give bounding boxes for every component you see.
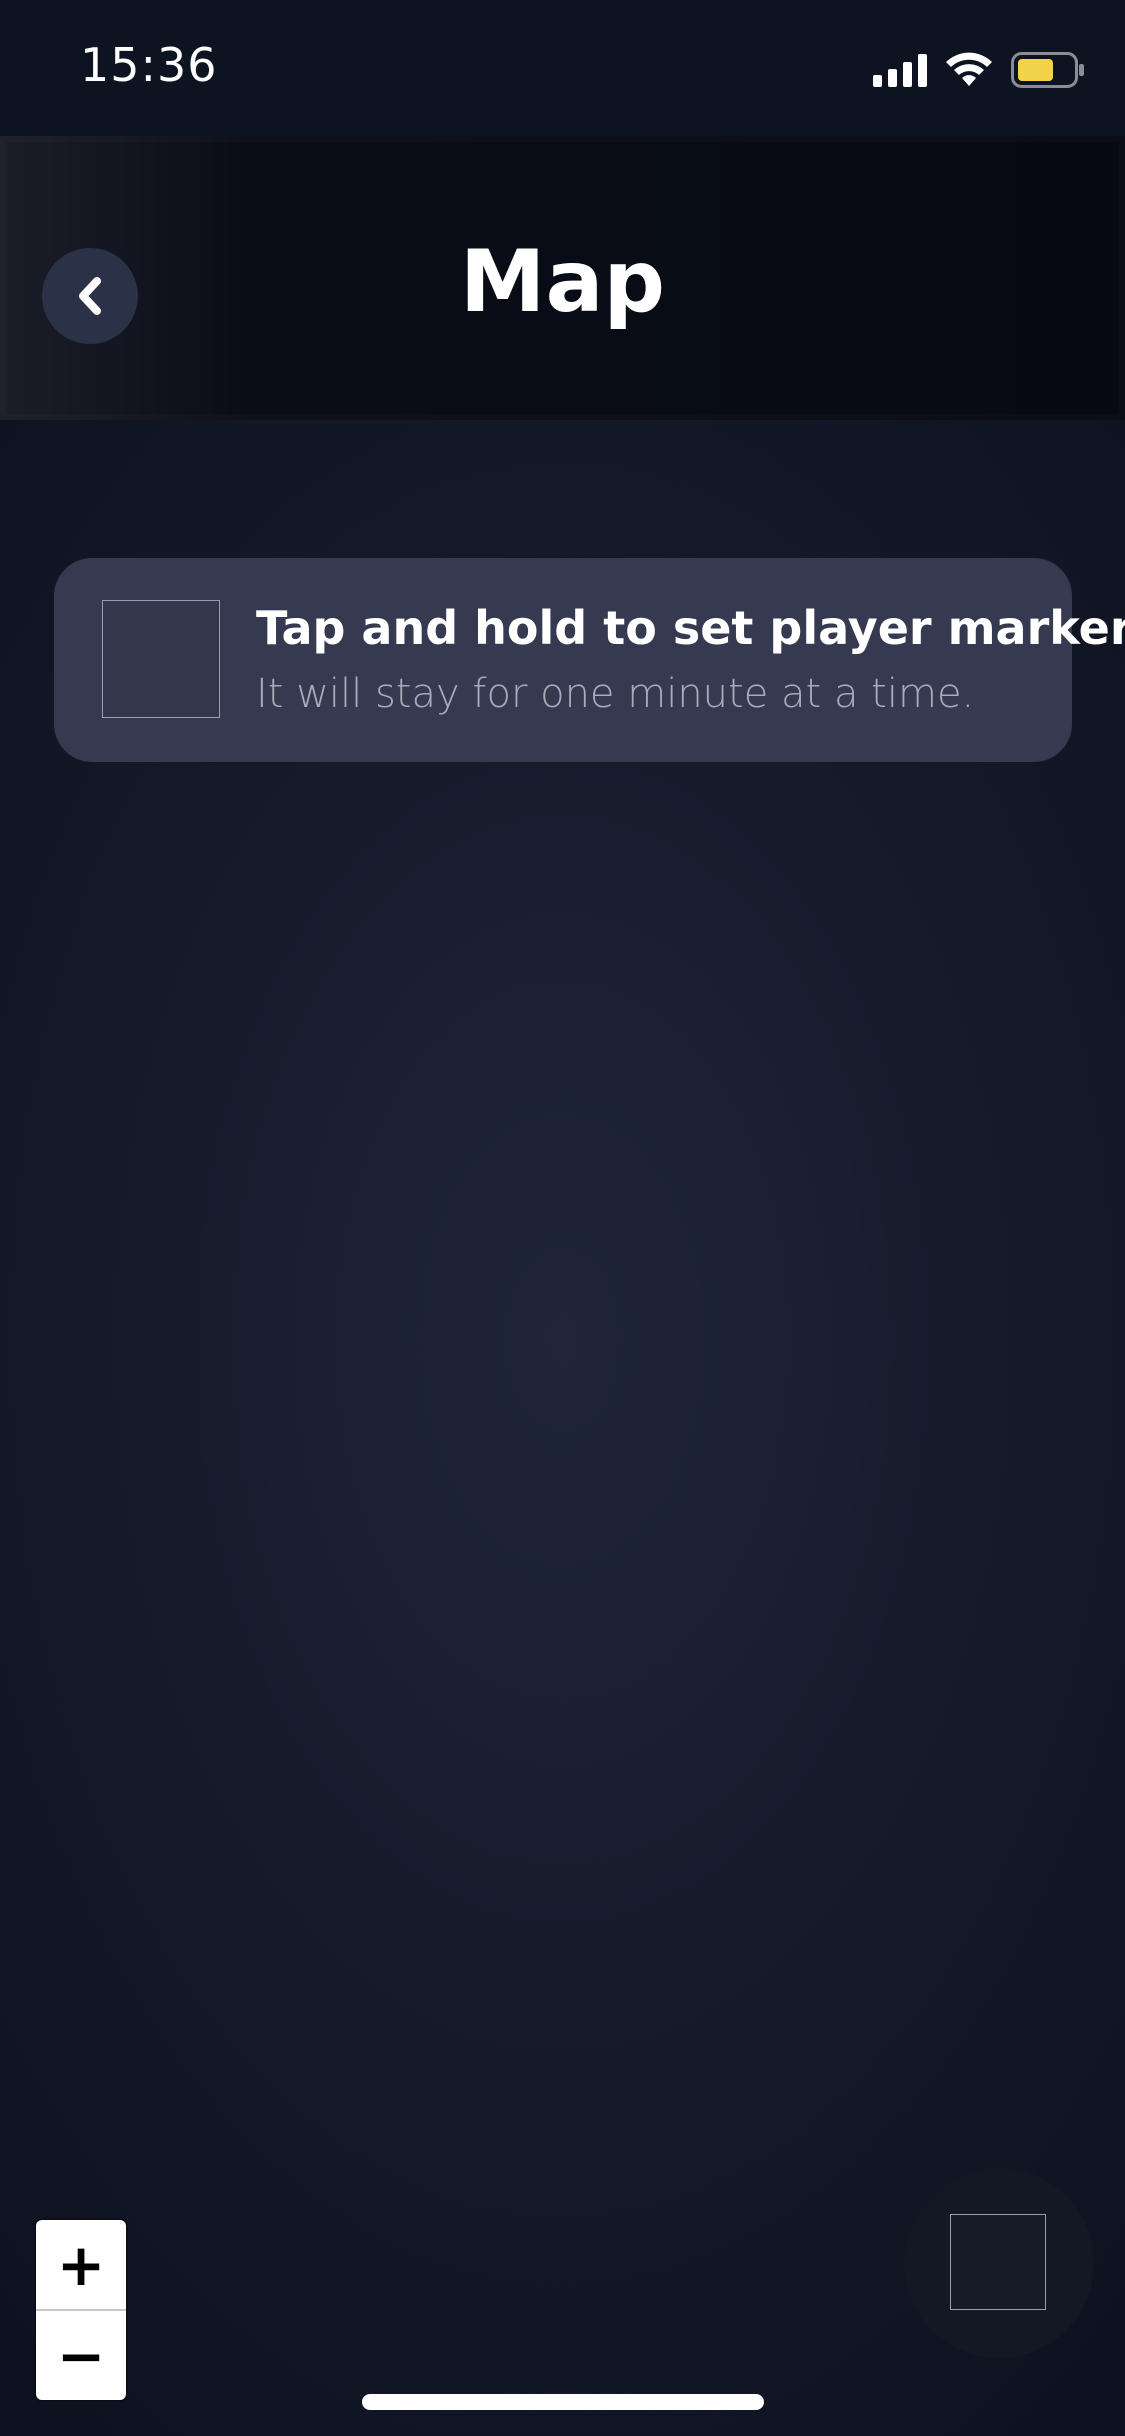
wifi-icon <box>946 52 992 86</box>
zoom-control: + − <box>36 2220 126 2400</box>
status-time: 15:36 <box>80 38 218 92</box>
zoom-in-button[interactable]: + <box>36 2220 126 2309</box>
home-indicator <box>362 2394 764 2410</box>
battery-icon <box>1011 52 1084 88</box>
signal-icon <box>873 54 927 87</box>
hint-card: Tap and hold to set player marker. It wi… <box>54 558 1125 762</box>
status-icons <box>873 50 1085 90</box>
hint-title: Tap and hold to set player marker. <box>256 601 1125 655</box>
page-title: Map <box>459 232 666 332</box>
status-bar: 15:36 <box>0 0 1125 136</box>
header: Map <box>0 136 1125 420</box>
hint-image <box>102 600 220 718</box>
zoom-out-button[interactable]: − <box>36 2311 126 2400</box>
locate-image <box>950 2214 1046 2310</box>
locate-button[interactable] <box>904 2168 1094 2358</box>
hint-subtitle: It will stay for one minute at a time. <box>256 671 975 717</box>
